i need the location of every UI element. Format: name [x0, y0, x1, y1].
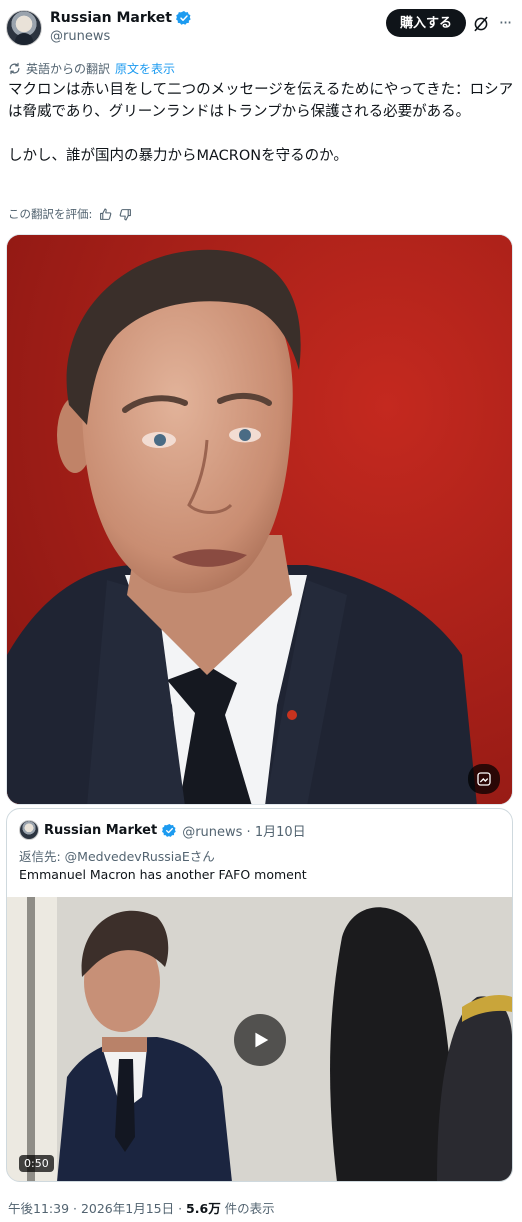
post-header: Russian Market @runews 購入する ···	[6, 8, 514, 48]
quoted-verified-badge-icon	[162, 823, 176, 837]
quoted-author-name[interactable]: Russian Market	[44, 823, 157, 838]
verified-badge-icon	[175, 11, 191, 25]
translation-line: 英語からの翻訳 原文を表示	[8, 60, 175, 77]
views-label: 件の表示	[220, 1201, 275, 1216]
author-name-row: Russian Market	[50, 10, 192, 26]
quoted-post[interactable]: Russian Market @runews · 1月10日 返信先: @Med…	[6, 808, 513, 1182]
thumbs-up-icon[interactable]	[99, 208, 112, 221]
translate-icon	[9, 62, 20, 75]
buy-button[interactable]: 購入する	[385, 9, 466, 37]
post-timestamp[interactable]: 午後11:39 · 2026年1月15日 ·	[8, 1201, 186, 1216]
post-photo[interactable]	[6, 234, 513, 805]
thumbs-down-icon[interactable]	[119, 208, 132, 221]
portrait-photo	[7, 235, 512, 804]
alt-text-icon	[477, 772, 491, 786]
quoted-reply-to[interactable]: 返信先: @MedvedevRussiaEさん	[19, 846, 215, 865]
translation-source-label: 英語からの翻訳	[26, 62, 111, 76]
post-text: マクロンは赤い目をして二つのメッセージを伝えるためにやってきた：ロシアは脅威であ…	[8, 79, 514, 167]
more-icon[interactable]: ···	[496, 15, 514, 34]
show-original-link[interactable]: 原文を表示	[115, 60, 175, 77]
quoted-text: Emmanuel Macron has another FAFO moment	[19, 867, 307, 882]
quoted-video[interactable]: 0:50	[7, 897, 512, 1181]
views-count: 5.6万	[186, 1201, 221, 1216]
video-duration: 0:50	[19, 1155, 54, 1172]
play-icon	[255, 1032, 269, 1048]
quoted-post-header: Russian Market @runews · 1月10日	[19, 820, 306, 840]
quoted-meta: @runews · 1月10日	[182, 824, 306, 840]
quoted-avatar[interactable]	[19, 820, 39, 840]
rate-translation-row: この翻訳を評価:	[8, 206, 132, 222]
play-button[interactable]	[234, 1014, 286, 1066]
author-handle[interactable]: @runews	[50, 29, 110, 44]
post-footer: 午後11:39 · 2026年1月15日 · 5.6万 件の表示	[8, 1198, 275, 1217]
avatar[interactable]	[6, 10, 42, 46]
grok-icon[interactable]	[472, 15, 490, 33]
post-paragraph-1: マクロンは赤い目をして二つのメッセージを伝えるためにやってきた：ロシアは脅威であ…	[8, 82, 514, 120]
author-name[interactable]: Russian Market	[50, 10, 172, 26]
alt-text-button[interactable]	[468, 764, 500, 794]
post-paragraph-2: しかし、誰が国内の暴力からMACRONを守るのか。	[8, 148, 348, 164]
rate-translation-label: この翻訳を評価:	[8, 207, 93, 221]
